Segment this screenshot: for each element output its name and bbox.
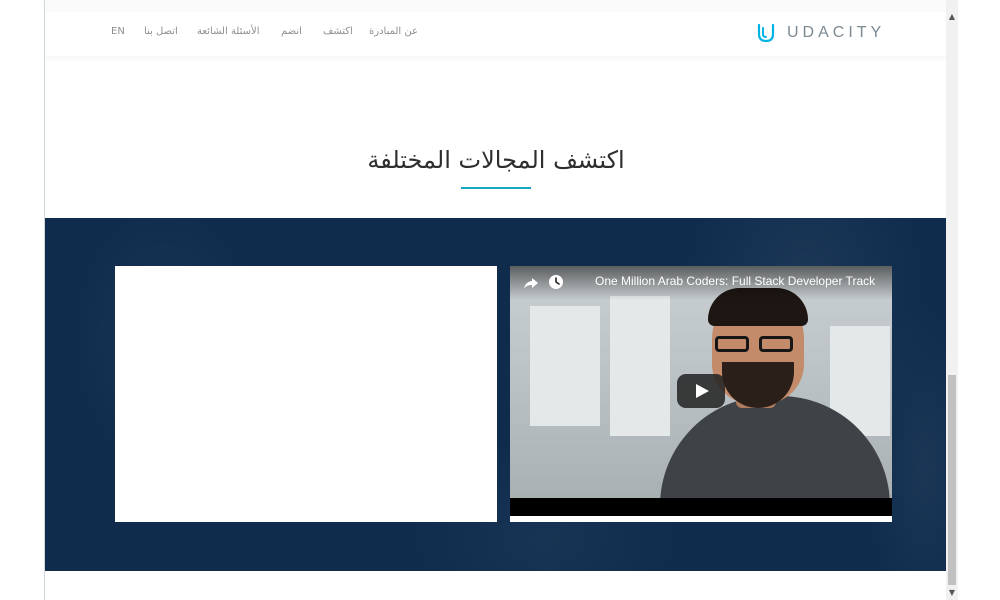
scroll-down-arrow-icon[interactable]: ▼ xyxy=(946,586,958,600)
site-header: UDACITY عن المبادرة اكتشف انضم الأسئلة ا… xyxy=(45,12,947,56)
browser-page: UDACITY عن المبادرة اكتشف انضم الأسئلة ا… xyxy=(44,0,948,600)
video-top-bar: One Million Arab Coders: Full Stack Deve… xyxy=(510,266,892,300)
video-frame[interactable]: One Million Arab Coders: Full Stack Deve… xyxy=(510,266,892,516)
udacity-logo-icon xyxy=(757,23,775,43)
scroll-up-arrow-icon[interactable]: ▲ xyxy=(946,10,958,24)
nav-contact[interactable]: اتصل بنا xyxy=(144,26,178,37)
title-underline xyxy=(461,187,531,189)
play-button[interactable] xyxy=(677,374,725,408)
video-placeholder[interactable] xyxy=(115,266,497,522)
logo-text: UDACITY xyxy=(787,24,886,41)
site-logo[interactable]: UDACITY xyxy=(755,21,885,45)
nav-explore[interactable]: اكتشف xyxy=(323,26,353,37)
nav-faq[interactable]: الأسئلة الشائعة xyxy=(197,26,260,37)
clock-icon[interactable] xyxy=(548,274,564,290)
nav-language-toggle[interactable]: EN xyxy=(111,26,125,37)
vertical-scrollbar[interactable]: ▲ ▼ xyxy=(946,0,958,600)
video-controls-bar xyxy=(510,498,892,516)
video-title[interactable]: One Million Arab Coders: Full Stack Deve… xyxy=(595,274,875,288)
video-section: One Million Arab Coders: Full Stack Deve… xyxy=(45,218,947,571)
nav-join[interactable]: انضم xyxy=(281,26,302,37)
page-bottom xyxy=(45,571,947,600)
nav-about[interactable]: عن المبادرة xyxy=(369,26,418,37)
video-player[interactable]: One Million Arab Coders: Full Stack Deve… xyxy=(510,266,892,522)
section-title: اكتشف المجالات المختلفة xyxy=(367,146,625,174)
scroll-thumb[interactable] xyxy=(948,375,956,585)
share-icon[interactable] xyxy=(522,274,540,292)
